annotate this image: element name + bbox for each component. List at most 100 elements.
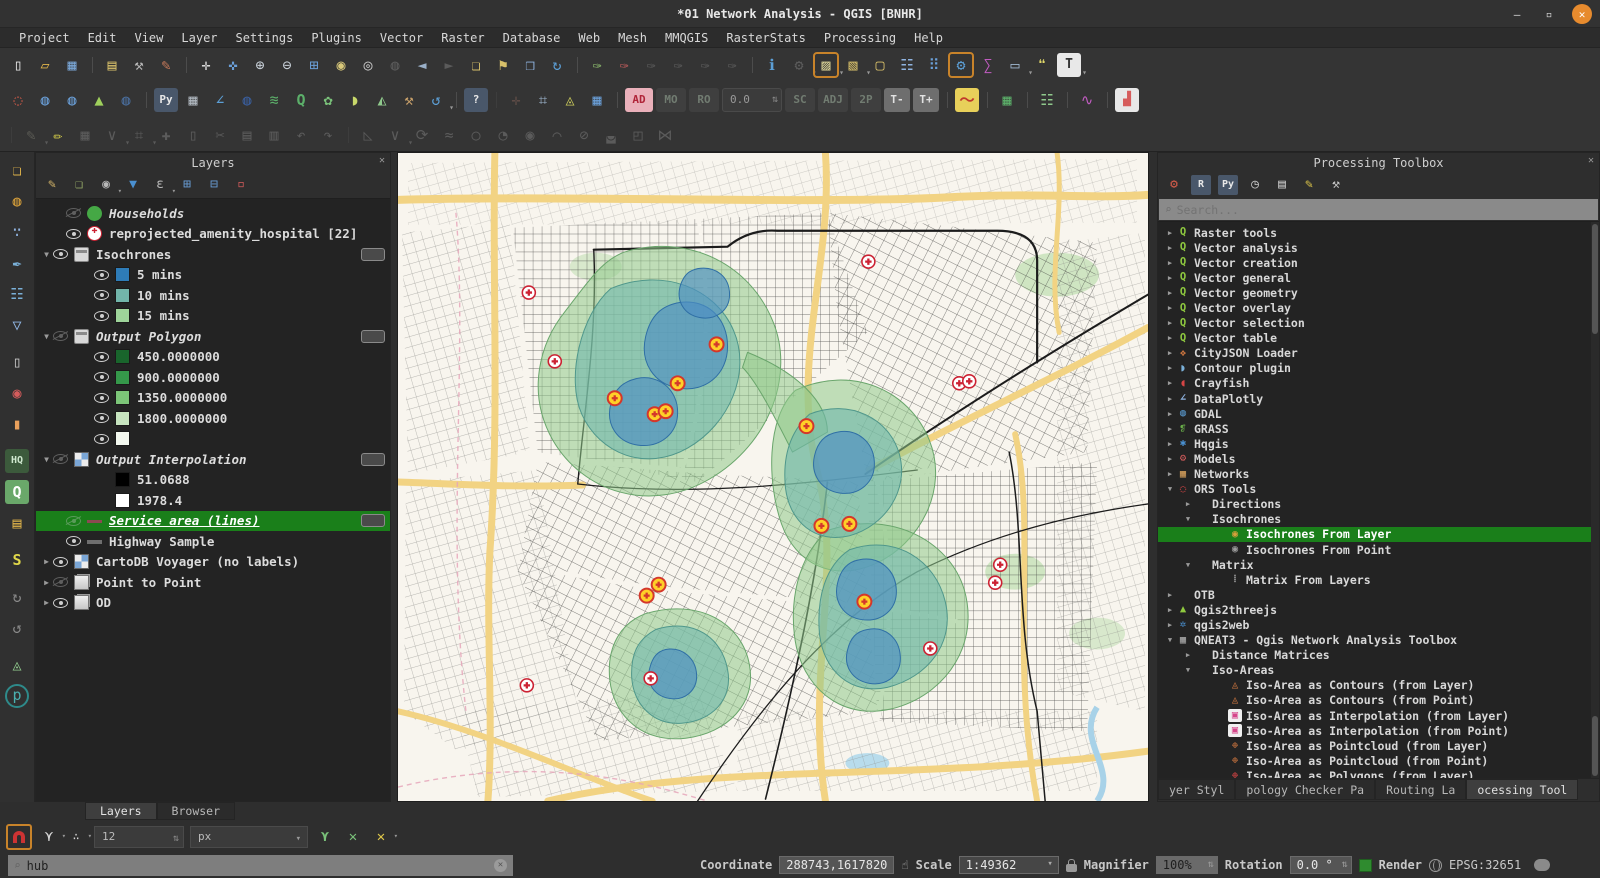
cad-mo-button[interactable]: MO (656, 88, 686, 112)
expand-arrow-icon[interactable]: ▼ (1182, 561, 1194, 569)
layout-manager-icon[interactable]: ⚒ (127, 53, 151, 77)
undo-plugin-icon[interactable]: ↺ (5, 616, 29, 640)
help-icon[interactable]: ? (464, 88, 488, 112)
cad-sc-button[interactable]: SC (785, 88, 815, 112)
filter-legend-icon[interactable]: ▼ (123, 175, 143, 195)
toolbox-item[interactable]: ◉ Isochrones From Point (1158, 542, 1599, 557)
style-manager-icon[interactable]: ✎ (154, 53, 178, 77)
layer-row[interactable]: Service area (lines) (36, 511, 390, 532)
zoom-next-icon[interactable]: ► (437, 53, 461, 77)
toolbox-item[interactable]: ▶ Q Vector overlay (1158, 300, 1599, 315)
zoom-last-icon[interactable]: ◄ (410, 53, 434, 77)
save-project-icon[interactable]: ▦ (60, 53, 84, 77)
add-group-icon[interactable]: ❏ (69, 175, 89, 195)
filter-expression-icon[interactable]: ε (150, 175, 170, 195)
menu-item[interactable]: Plugins (302, 30, 371, 46)
pan-to-selection-icon[interactable]: ✜ (221, 53, 245, 77)
magnifier-spinner[interactable]: 100% (1156, 856, 1218, 874)
toolbox-item[interactable]: ▼ Iso-Areas (1158, 663, 1599, 678)
menu-item[interactable]: Database (494, 30, 570, 46)
minimize-button[interactable]: – (1508, 5, 1526, 23)
toolbox-search-input[interactable]: ⌕ Search... (1159, 199, 1598, 220)
toolbox-item[interactable]: ◬ Iso-Area as Contours (from Point) (1158, 693, 1599, 708)
options-icon[interactable]: ⚒ (1326, 175, 1346, 195)
labels-highlight-icon[interactable]: ✑ (639, 53, 663, 77)
layer-indicator-chip[interactable] (361, 330, 385, 343)
toolbox-item[interactable]: ▶ ⚙ Models (1158, 451, 1599, 466)
layer-row[interactable]: reprojected_amenity_hospital [22] (36, 224, 390, 245)
cad-angle-spin[interactable]: 0.0 (722, 88, 782, 112)
toolbox-close-icon[interactable]: ✕ (1588, 155, 1594, 166)
labels-rotate-icon[interactable]: ✑ (693, 53, 717, 77)
quickosm-icon[interactable]: Q (289, 88, 313, 112)
toolbox-item[interactable]: ▣ Iso-Area as Interpolation (from Point) (1158, 723, 1599, 738)
toolbox-item[interactable]: ▶ Q Vector table (1158, 331, 1599, 346)
select-features-icon[interactable]: ▨ (814, 53, 838, 77)
menu-item[interactable]: Processing (815, 30, 905, 46)
close-button[interactable]: ✕ (1572, 4, 1592, 24)
labels-pin-icon[interactable]: ✑ (612, 53, 636, 77)
visibility-eye-icon[interactable] (94, 290, 109, 300)
save-edits-icon[interactable]: ▦ (73, 123, 97, 147)
labels-abc-icon[interactable]: ✑ (585, 53, 609, 77)
layer-row[interactable]: ▶ Point to Point (36, 572, 390, 593)
toolbox-item[interactable]: ❉ Iso-Area as Pointcloud (from Point) (1158, 753, 1599, 768)
toolbox-item[interactable]: ▶ Q Vector analysis (1158, 240, 1599, 255)
visibility-eye-icon[interactable] (66, 229, 81, 239)
visibility-eye-icon[interactable] (53, 557, 68, 567)
layer-row[interactable] (36, 429, 390, 450)
visibility-eye-icon[interactable] (53, 598, 68, 608)
layer-row[interactable]: 1350.0000000 (36, 388, 390, 409)
visibility-eye-icon[interactable] (53, 454, 68, 464)
layer-row[interactable]: ▶ CartoDB Voyager (no labels) (36, 552, 390, 573)
labels-change-icon[interactable]: ✑ (720, 53, 744, 77)
expand-arrow-icon[interactable]: ▶ (1164, 606, 1176, 614)
open-attribute-table-icon[interactable]: ☷ (895, 53, 919, 77)
expand-arrow-icon[interactable]: ▶ (1164, 349, 1176, 357)
add-wms-layer-icon[interactable]: ◍ (33, 88, 57, 112)
layer-row[interactable]: 1800.0000000 (36, 408, 390, 429)
mmqgis-grid-icon[interactable]: ▦ (181, 88, 205, 112)
vertex-marker-icon[interactable]: ◬ (558, 88, 582, 112)
expand-arrow-icon[interactable]: ▶ (1164, 259, 1176, 267)
toolbox-item[interactable]: ▶ ◍ GDAL (1158, 406, 1599, 421)
layer-indicator-chip[interactable] (361, 248, 385, 261)
topological-editing-icon[interactable]: ⋎ (314, 826, 336, 848)
toolbox-item[interactable]: ▶ Distance Matrices (1158, 648, 1599, 663)
toolbox-item[interactable]: ▶ Q Vector selection (1158, 316, 1599, 331)
merge-features-icon[interactable]: ◰ (626, 123, 650, 147)
expand-arrow-icon[interactable]: ▶ (1164, 379, 1176, 387)
layer-row[interactable]: 5 mins (36, 265, 390, 286)
histogram-icon[interactable]: ▟ (1115, 88, 1139, 112)
layer-row[interactable]: 900.0000000 (36, 367, 390, 388)
layer-row[interactable]: ▼ Output Interpolation (36, 449, 390, 470)
snapping-unit-select[interactable]: px (190, 826, 308, 848)
layer-row[interactable]: 51.0688 (36, 470, 390, 491)
pan-map-icon[interactable]: ✛ (194, 53, 218, 77)
add-web-layer-icon[interactable]: ◍ (5, 189, 29, 213)
layer-row[interactable]: ▶ OD (36, 593, 390, 614)
expand-arrow-icon[interactable]: ▶ (40, 557, 53, 566)
open-layer-styling-icon[interactable]: ✎ (42, 175, 62, 195)
new-print-layout-icon[interactable]: ▤ (100, 53, 124, 77)
globe-icon[interactable]: ◍ (235, 88, 259, 112)
toolbox-item[interactable]: ▶ ❡ GRASS (1158, 421, 1599, 436)
layer-row[interactable]: ▼ Isochrones (36, 244, 390, 265)
undo-icon[interactable]: ↶ (289, 123, 313, 147)
visibility-eye-icon[interactable] (94, 393, 109, 403)
add-record-icon[interactable]: ⌗ (127, 123, 151, 147)
visibility-eye-icon[interactable] (66, 516, 81, 526)
python-scripts-icon[interactable]: Py (1218, 175, 1238, 195)
expand-arrow-icon[interactable]: ▶ (1164, 470, 1176, 478)
statistical-summary-icon[interactable]: ∑ (976, 53, 1000, 77)
toolbox-item[interactable]: ◉ Isochrones From Layer (1158, 527, 1599, 542)
lock-scale-icon[interactable] (1066, 864, 1077, 872)
visibility-eye-icon[interactable] (94, 270, 109, 280)
leaf-plugin-icon[interactable]: ✿ (316, 88, 340, 112)
layer-row[interactable]: 15 mins (36, 306, 390, 327)
visibility-eye-icon[interactable] (94, 434, 109, 444)
visibility-eye-icon[interactable] (66, 536, 81, 546)
cad-t-minus-button[interactable]: T- (884, 88, 910, 112)
menu-item[interactable]: Mesh (609, 30, 656, 46)
map-canvas[interactable] (397, 152, 1149, 802)
